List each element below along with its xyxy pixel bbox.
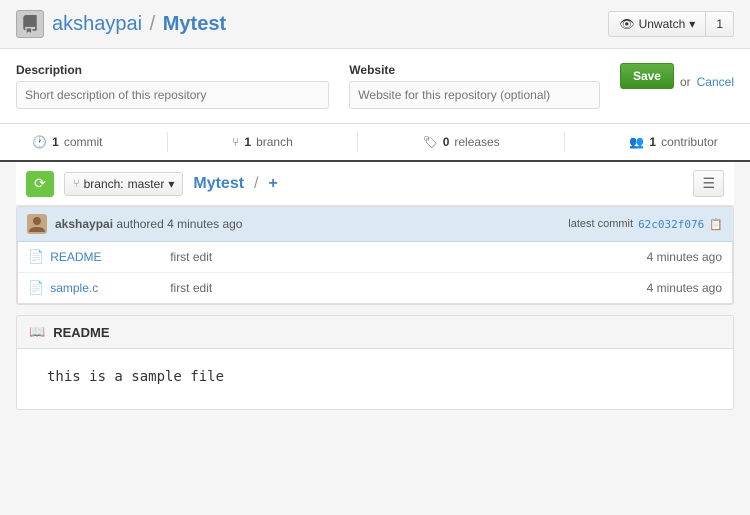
- file-icon-samplec: 📄: [28, 280, 44, 296]
- table-row: 📄 README first edit 4 minutes ago: [18, 242, 732, 273]
- website-input[interactable]: [349, 81, 600, 109]
- cancel-link[interactable]: Cancel: [697, 75, 734, 89]
- stat-divider-3: [564, 132, 565, 152]
- file-name-samplec[interactable]: sample.c: [50, 281, 150, 295]
- stat-divider-1: [167, 132, 168, 152]
- branch-label-text: branch:: [84, 177, 124, 191]
- contributor-label: contributor: [661, 135, 718, 149]
- readme-book-icon: 📖: [29, 324, 45, 340]
- description-section: Description Website Save or Cancel: [0, 49, 750, 124]
- stat-divider-2: [357, 132, 358, 152]
- watch-label: Unwatch: [639, 17, 686, 31]
- latest-commit-label: latest commit: [568, 218, 633, 230]
- authored-text: authored 4 minutes ago: [116, 217, 242, 231]
- repo-path-link[interactable]: Mytest: [193, 175, 244, 193]
- commit-icon: 🕐: [32, 135, 47, 149]
- author-avatar: [27, 214, 47, 234]
- repo-title-area: akshaypai / Mytest: [16, 10, 226, 38]
- main-content: ⟳ ⑂ branch: master ▾ Mytest / + ☰: [0, 162, 750, 426]
- repo-header: akshaypai / Mytest 👁 Unwatch ▾ 1: [0, 0, 750, 49]
- branches-stat[interactable]: ⑂ 1 branch: [232, 135, 293, 149]
- file-time-samplec: 4 minutes ago: [622, 281, 722, 295]
- path-separator: /: [254, 175, 258, 193]
- watch-count[interactable]: 1: [706, 11, 734, 37]
- commit-label: commit: [64, 135, 103, 149]
- description-label: Description: [16, 63, 329, 77]
- branch-label: branch: [256, 135, 293, 149]
- website-label: Website: [349, 63, 600, 77]
- tag-icon: 🏷: [422, 135, 437, 149]
- watch-button[interactable]: 👁 Unwatch ▾: [608, 11, 706, 37]
- branch-name: master: [128, 177, 165, 191]
- file-time-readme: 4 minutes ago: [622, 250, 722, 264]
- readme-section: 📖 README this is a sample file: [16, 315, 734, 410]
- repo-owner-link[interactable]: akshaypai: [52, 13, 142, 35]
- desc-actions: Save or Cancel: [620, 63, 734, 91]
- save-button[interactable]: Save: [620, 63, 674, 89]
- branch-small-icon: ⑂: [73, 178, 80, 190]
- readme-content: this is a sample file: [17, 349, 733, 409]
- commit-count: 1: [52, 135, 59, 149]
- file-icon-readme: 📄: [28, 249, 44, 265]
- website-col: Website: [349, 63, 600, 109]
- file-container: akshaypai authored 4 minutes ago latest …: [16, 206, 734, 305]
- repo-icon: [16, 10, 44, 38]
- releases-stat[interactable]: 🏷 0 releases: [422, 135, 499, 149]
- contributor-count: 1: [649, 135, 656, 149]
- release-count: 0: [443, 135, 450, 149]
- description-input[interactable]: [16, 81, 329, 109]
- contributors-stat[interactable]: 👥 1 contributor: [629, 135, 717, 149]
- commits-stat[interactable]: 🕐 1 commit: [32, 135, 102, 149]
- eye-icon: 👁: [619, 17, 634, 31]
- repo-name: Mytest: [163, 13, 226, 35]
- commit-hash[interactable]: 62c032f076: [638, 218, 704, 231]
- release-label: releases: [454, 135, 499, 149]
- list-icon: ☰: [702, 175, 715, 191]
- dropdown-icon: ▾: [168, 177, 174, 191]
- copy-icon[interactable]: 📋: [709, 218, 723, 231]
- contributor-icon: 👥: [629, 135, 644, 149]
- or-text: or: [680, 75, 691, 89]
- file-commit-samplec: first edit: [150, 281, 622, 295]
- file-name-readme[interactable]: README: [50, 250, 150, 264]
- table-row: 📄 sample.c first edit 4 minutes ago: [18, 273, 732, 303]
- watch-button-group: 👁 Unwatch ▾ 1: [608, 11, 734, 37]
- add-file-link[interactable]: +: [269, 175, 278, 193]
- desc-row: Description Website Save or Cancel: [16, 63, 734, 109]
- commit-info-bar: akshaypai authored 4 minutes ago latest …: [17, 207, 733, 242]
- refresh-button[interactable]: ⟳: [26, 171, 54, 197]
- file-toolbar: ⟳ ⑂ branch: master ▾ Mytest / + ☰: [16, 162, 734, 206]
- file-commit-readme: first edit: [150, 250, 622, 264]
- branch-selector[interactable]: ⑂ branch: master ▾: [64, 172, 183, 196]
- branch-count: 1: [244, 135, 251, 149]
- list-view-button[interactable]: ☰: [693, 170, 724, 197]
- repo-separator: /: [150, 13, 156, 35]
- latest-commit-area: latest commit 62c032f076 📋: [568, 218, 723, 231]
- stats-bar: 🕐 1 commit ⑂ 1 branch 🏷 0 releases 👥 1 c…: [0, 124, 750, 162]
- chevron-down-icon: ▾: [689, 17, 695, 31]
- refresh-icon: ⟳: [34, 175, 46, 192]
- branch-icon: ⑂: [232, 135, 239, 149]
- readme-title: README: [53, 325, 109, 340]
- description-col: Description: [16, 63, 329, 109]
- readme-header: 📖 README: [17, 316, 733, 349]
- commit-author: akshaypai: [55, 217, 113, 231]
- file-list: 📄 README first edit 4 minutes ago 📄 samp…: [17, 242, 733, 304]
